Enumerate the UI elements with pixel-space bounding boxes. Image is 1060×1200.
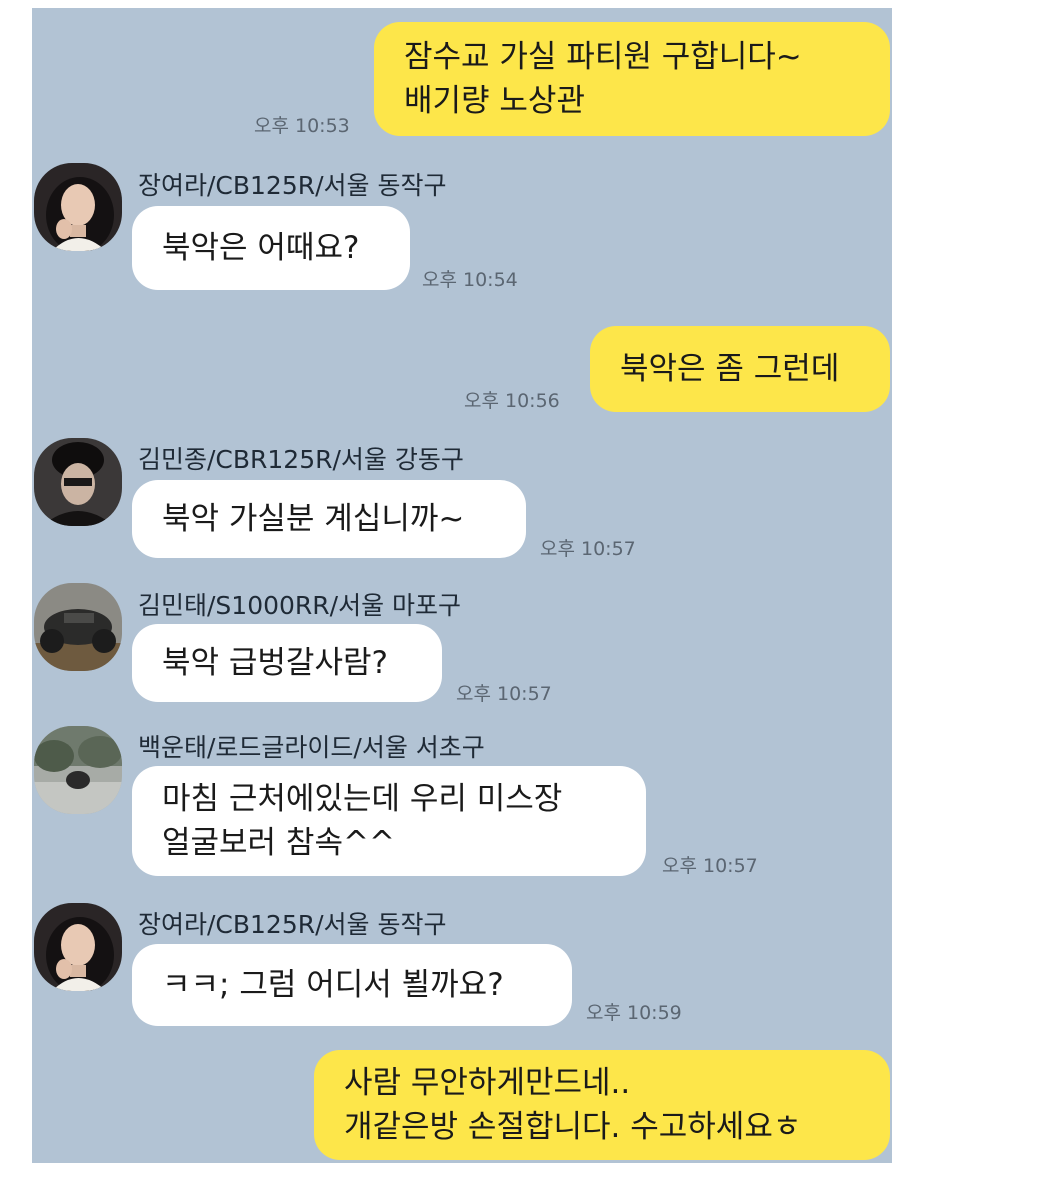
motorcycle-photo-icon <box>34 583 122 671</box>
message-time: 오후 10:54 <box>422 269 518 291</box>
other-message-bubble[interactable]: 북악은 어때요? <box>132 206 410 290</box>
other-message-bubble[interactable]: 북악 가실분 계십니까~ <box>132 480 526 558</box>
other-message-bubble[interactable]: 마침 근처에있는데 우리 미스장 얼굴보러 참속^^ <box>132 766 646 876</box>
sender-name: 장여라/CB125R/서울 동작구 <box>138 171 447 200</box>
avatar-man-portrait[interactable] <box>34 438 122 526</box>
message-text-line: 북악은 좀 그런데 <box>620 351 840 387</box>
message-text-line: 북악 급벙갈사람? <box>162 645 388 681</box>
sender-name: 김민태/S1000RR/서울 마포구 <box>138 591 462 620</box>
avatar-woman-portrait[interactable] <box>34 903 122 991</box>
message-time: 오후 10:57 <box>456 683 552 705</box>
woman-portrait-icon <box>34 903 122 991</box>
message-time: 오후 10:57 <box>540 538 636 560</box>
other-message-bubble[interactable]: 북악 급벙갈사람? <box>132 624 442 702</box>
message-time: 오후 10:59 <box>586 1002 682 1024</box>
sender-name: 백운태/로드글라이드/서울 서초구 <box>138 733 485 762</box>
message-text-line: 개같은방 손절합니다. 수고하세요ㅎ <box>344 1109 802 1145</box>
message-text-line: 북악 가실분 계십니까~ <box>162 501 465 537</box>
my-message-bubble[interactable]: 북악은 좀 그런데 <box>590 326 890 412</box>
my-message-bubble[interactable]: 잠수교 가실 파티원 구합니다~ 배기량 노상관 <box>374 22 890 136</box>
message-text-line: 마침 근처에있는데 우리 미스장 <box>162 781 563 817</box>
my-message-bubble[interactable]: 사람 무안하게만드네.. 개같은방 손절합니다. 수고하세요ㅎ <box>314 1050 890 1160</box>
woman-portrait-icon <box>34 163 122 251</box>
message-time: 오후 10:53 <box>254 115 350 137</box>
avatar-motorcycle-photo[interactable] <box>34 583 122 671</box>
other-message-bubble[interactable]: ㅋㅋ; 그럼 어디서 뵐까요? <box>132 944 572 1026</box>
message-text-line: 잠수교 가실 파티원 구합니다~ <box>404 39 802 75</box>
message-text-line: 얼굴보러 참속^^ <box>162 825 395 861</box>
message-text-line: 배기량 노상관 <box>404 83 585 119</box>
avatar-road-photo[interactable] <box>34 726 122 814</box>
message-text-line: ㅋㅋ; 그럼 어디서 뵐까요? <box>162 967 504 1003</box>
message-text-line: 북악은 어때요? <box>162 230 360 266</box>
chat-room-background: 오후 10:53 잠수교 가실 파티원 구합니다~ 배기량 노상관 장여라/CB… <box>32 8 892 1163</box>
road-photo-icon <box>34 726 122 814</box>
sender-name: 김민종/CBR125R/서울 강동구 <box>138 445 464 474</box>
avatar-woman-portrait[interactable] <box>34 163 122 251</box>
message-time: 오후 10:56 <box>464 390 560 412</box>
sender-name: 장여라/CB125R/서울 동작구 <box>138 910 447 939</box>
man-portrait-icon <box>34 438 122 526</box>
message-text-line: 사람 무안하게만드네.. <box>344 1065 631 1101</box>
message-time: 오후 10:57 <box>662 855 758 877</box>
